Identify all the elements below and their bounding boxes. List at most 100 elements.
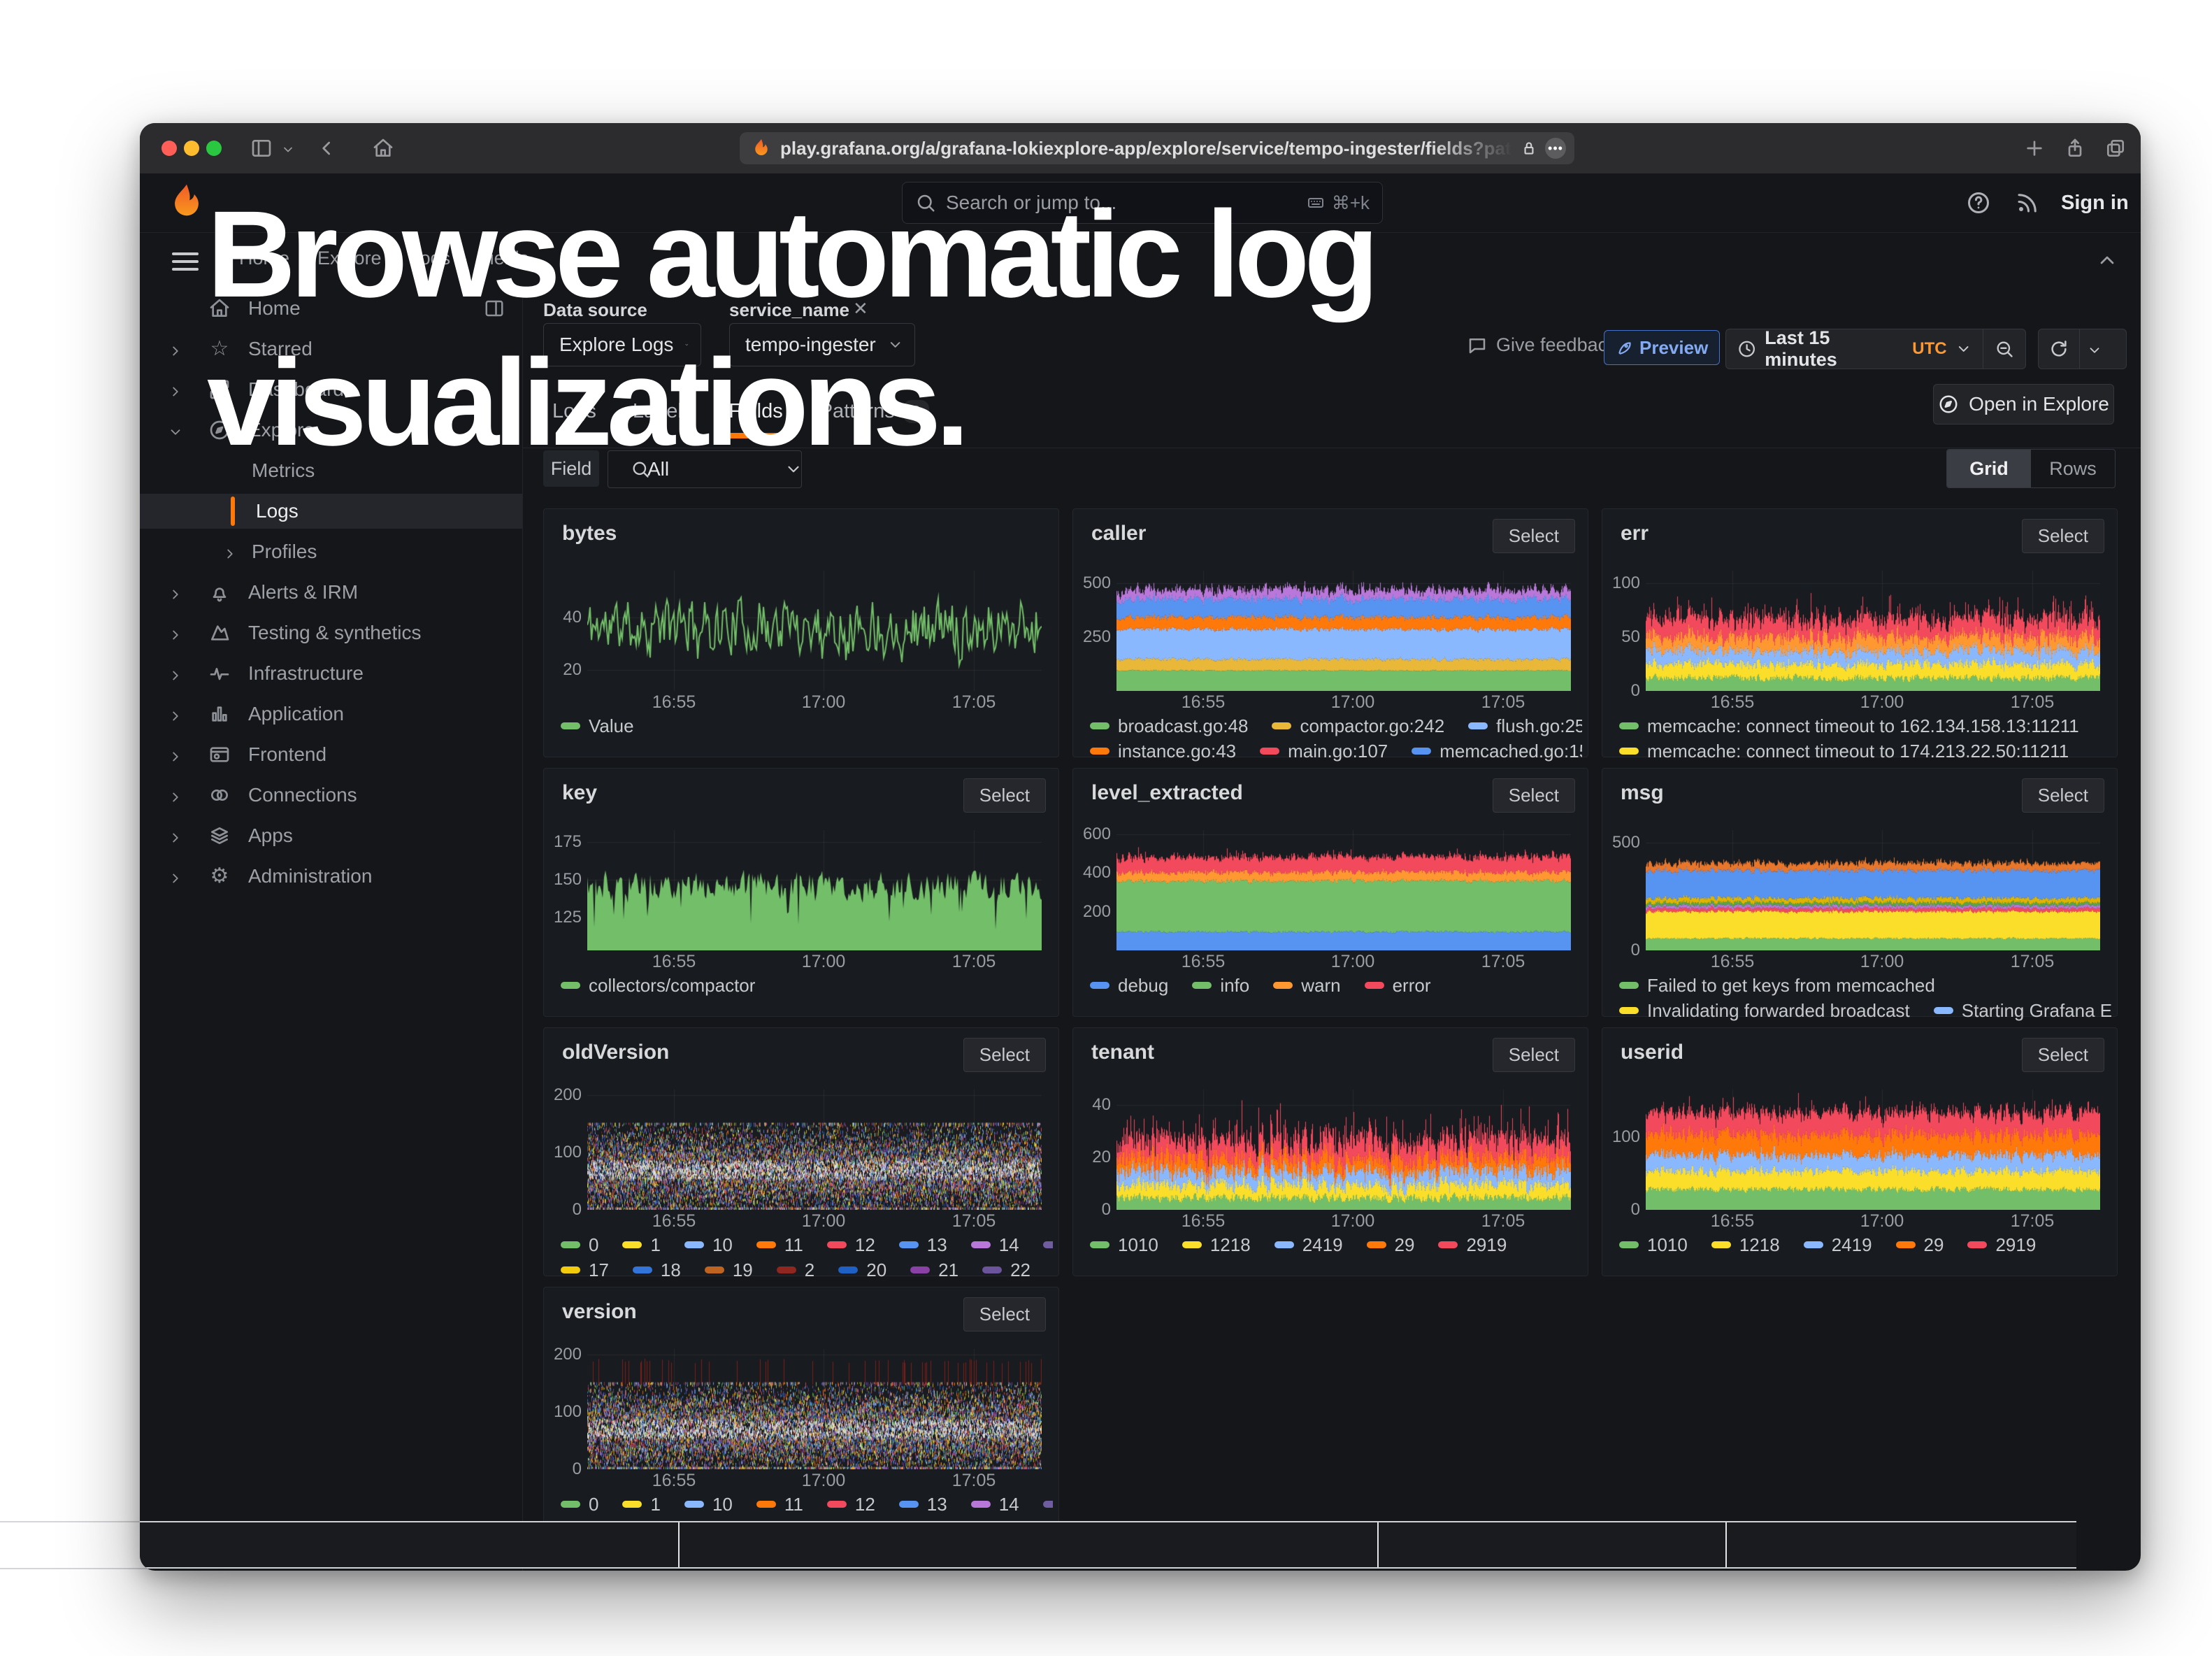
- select-button[interactable]: Select: [963, 1297, 1046, 1332]
- legend-item[interactable]: 21: [910, 1259, 958, 1281]
- legend-item[interactable]: 2419: [1274, 1234, 1343, 1256]
- sidebar-item-logs[interactable]: Logs: [140, 494, 522, 529]
- sidebar-item-administration[interactable]: ⚙Administration: [140, 859, 522, 894]
- chevron-right-icon[interactable]: [168, 341, 183, 357]
- legend-item[interactable]: 10: [684, 1494, 733, 1515]
- select-button[interactable]: Select: [963, 778, 1046, 813]
- sidebar-item-profiles[interactable]: Profiles: [140, 534, 522, 569]
- legend-item[interactable]: Value: [561, 715, 634, 737]
- legend-item[interactable]: broadcast.go:48: [1090, 715, 1248, 737]
- refresh-interval-dropdown[interactable]: [2080, 329, 2109, 369]
- back-icon[interactable]: [316, 137, 338, 159]
- legend-item[interactable]: 15: [1043, 1494, 1053, 1515]
- menu-icon[interactable]: [172, 248, 199, 273]
- legend-item[interactable]: 11: [756, 1494, 803, 1515]
- legend-item[interactable]: 12: [827, 1494, 875, 1515]
- legend-item[interactable]: main.go:107: [1260, 741, 1388, 762]
- grafana-logo[interactable]: [166, 182, 207, 222]
- chevron-right-icon[interactable]: [168, 828, 183, 843]
- legend-item[interactable]: 13: [899, 1494, 947, 1515]
- legend-item[interactable]: Invalidating forwarded broadcast: [1619, 1000, 1910, 1022]
- legend-item[interactable]: 17: [561, 1259, 609, 1281]
- chevron-down-icon[interactable]: [281, 143, 295, 157]
- select-button[interactable]: Select: [2022, 1038, 2104, 1072]
- sign-in-button[interactable]: Sign in: [2061, 192, 2129, 215]
- chevron-right-icon[interactable]: [168, 787, 183, 803]
- more-options-icon[interactable]: •••: [1545, 138, 1566, 159]
- legend-item[interactable]: 20: [838, 1259, 886, 1281]
- refresh-button[interactable]: [2039, 329, 2079, 369]
- legend-item[interactable]: Starting Grafana Enterpri: [1934, 1000, 2111, 1022]
- give-feedback-link[interactable]: Give feedback: [1467, 334, 1617, 356]
- help-icon[interactable]: [1966, 190, 1991, 215]
- close-window-button[interactable]: [161, 141, 177, 156]
- sidebar-item-application[interactable]: Application: [140, 697, 522, 731]
- legend-item[interactable]: flush.go:253: [1468, 715, 1582, 737]
- select-button[interactable]: Select: [1493, 1038, 1575, 1072]
- legend-item[interactable]: 0: [561, 1234, 598, 1256]
- time-range-picker[interactable]: Last 15 minutes UTC: [1725, 329, 2026, 369]
- legend-item[interactable]: compactor.go:242: [1272, 715, 1444, 737]
- legend-item[interactable]: 22: [982, 1259, 1030, 1281]
- legend-item[interactable]: debug: [1090, 975, 1168, 997]
- sidebar-item-frontend[interactable]: Frontend: [140, 737, 522, 772]
- legend-item[interactable]: 18: [633, 1259, 681, 1281]
- legend-item[interactable]: 10: [684, 1234, 733, 1256]
- legend-item[interactable]: error: [1365, 975, 1431, 997]
- legend-item[interactable]: 1218: [1182, 1234, 1251, 1256]
- zoom-out-button[interactable]: [1983, 329, 2025, 369]
- open-in-explore-button[interactable]: Open in Explore: [1933, 384, 2114, 424]
- legend-item[interactable]: 19: [705, 1259, 753, 1281]
- legend-item[interactable]: memcached.go:153: [1412, 741, 1582, 762]
- chevron-right-icon[interactable]: [168, 585, 183, 600]
- legend-item[interactable]: 13: [899, 1234, 947, 1256]
- sidebar-item-apps[interactable]: Apps: [140, 818, 522, 853]
- legend-item[interactable]: memcache: connect timeout to 174.213.22.…: [1619, 741, 2069, 762]
- legend-item[interactable]: 1: [622, 1234, 660, 1256]
- chevron-right-icon[interactable]: [168, 747, 183, 762]
- legend-item[interactable]: 2419: [1804, 1234, 1872, 1256]
- legend-item[interactable]: 14: [971, 1234, 1019, 1256]
- legend-item[interactable]: warn: [1273, 975, 1340, 997]
- legend-item[interactable]: 1: [622, 1494, 660, 1515]
- sidebar-item-infrastructure[interactable]: Infrastructure: [140, 656, 522, 691]
- home-icon[interactable]: [372, 137, 394, 159]
- legend-item[interactable]: 15: [1043, 1234, 1053, 1256]
- legend-item[interactable]: 14: [971, 1494, 1019, 1515]
- chevron-right-icon[interactable]: [168, 382, 183, 397]
- legend-item[interactable]: 29: [1367, 1234, 1415, 1256]
- select-button[interactable]: Select: [2022, 778, 2104, 813]
- legend-item[interactable]: collectors/compactor: [561, 975, 755, 997]
- legend-item[interactable]: 1218: [1711, 1234, 1780, 1256]
- sidebar-toggle-icon[interactable]: [250, 137, 273, 159]
- legend-item[interactable]: 2: [777, 1259, 814, 1281]
- minimize-window-button[interactable]: [184, 141, 199, 156]
- select-button[interactable]: Select: [1493, 778, 1575, 813]
- legend-item[interactable]: Failed to get keys from memcached: [1619, 975, 1935, 997]
- legend-item[interactable]: 2919: [1438, 1234, 1507, 1256]
- select-button[interactable]: Select: [963, 1038, 1046, 1072]
- url-bar[interactable]: play.grafana.org/a/grafana-lokiexplore-a…: [740, 132, 1574, 164]
- grid-toggle[interactable]: Grid: [1947, 450, 2031, 487]
- tab-overview-icon[interactable]: [2104, 137, 2127, 159]
- chevron-right-icon[interactable]: [168, 706, 183, 722]
- rss-icon[interactable]: [2015, 190, 2040, 215]
- sidebar-item-testing-synthetics[interactable]: Testing & synthetics: [140, 615, 522, 650]
- chevron-up-icon[interactable]: [2096, 249, 2118, 271]
- share-icon[interactable]: [2064, 137, 2086, 159]
- select-button[interactable]: Select: [1493, 519, 1575, 553]
- legend-item[interactable]: 1010: [1619, 1234, 1688, 1256]
- zoom-window-button[interactable]: [206, 141, 222, 156]
- chevron-right-icon[interactable]: [222, 544, 238, 559]
- legend-item[interactable]: info: [1192, 975, 1249, 997]
- legend-item[interactable]: 29: [1896, 1234, 1944, 1256]
- legend-item[interactable]: 0: [561, 1494, 598, 1515]
- legend-item[interactable]: 1010: [1090, 1234, 1158, 1256]
- select-button[interactable]: Select: [2022, 519, 2104, 553]
- chevron-right-icon[interactable]: [168, 625, 183, 641]
- refresh-control[interactable]: [2038, 329, 2127, 369]
- legend-item[interactable]: memcache: connect timeout to 162.134.158…: [1619, 715, 2079, 737]
- legend-item[interactable]: 12: [827, 1234, 875, 1256]
- chevron-down-icon[interactable]: [168, 422, 183, 438]
- chevron-right-icon[interactable]: [168, 869, 183, 884]
